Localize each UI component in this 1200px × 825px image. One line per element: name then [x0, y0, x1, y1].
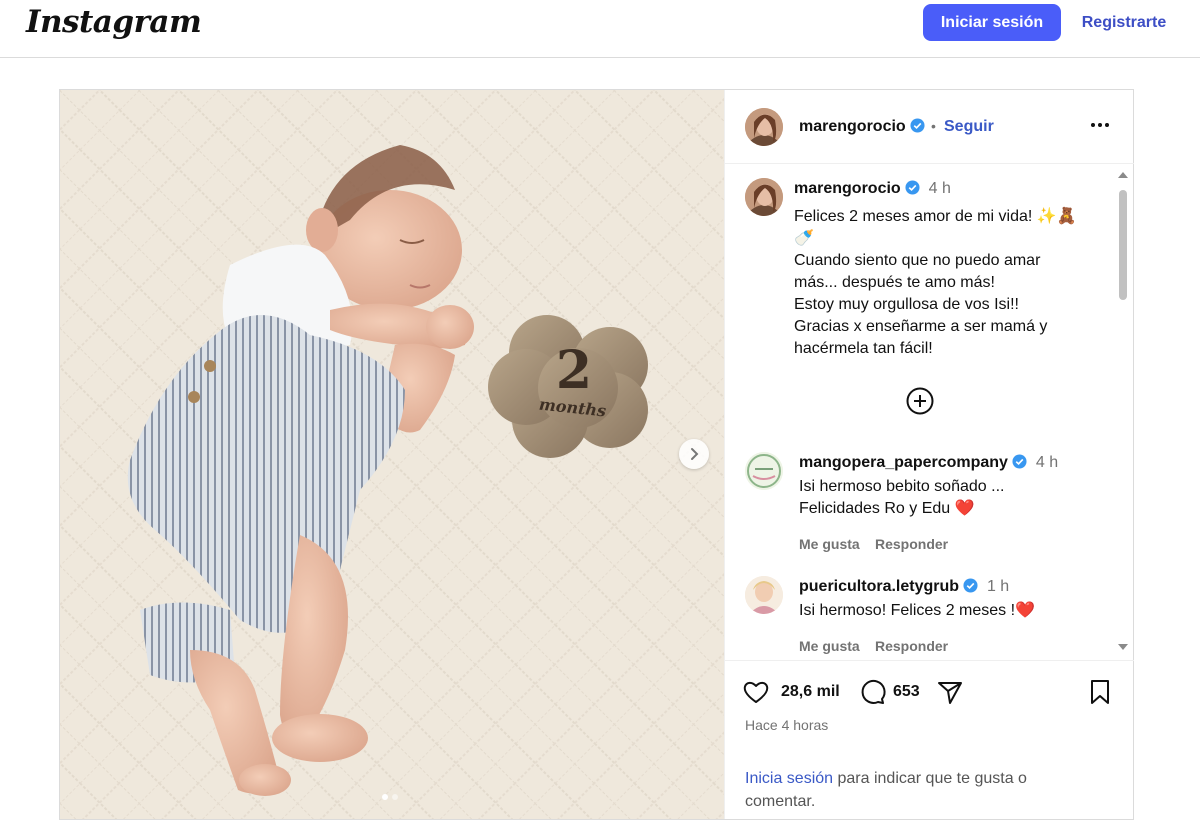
comment-header: mangopera_papercompany 4 h [799, 454, 1058, 472]
caption-line: más... después te amo más! [794, 274, 995, 291]
comment-text: Isi hermoso bebito soñado ... Felicidade… [799, 476, 1069, 520]
plaque-number: 2 [556, 340, 592, 401]
comment-line: Isi hermoso! Felices 2 meses !❤️ [799, 602, 1035, 619]
scroll-thumb[interactable] [1119, 190, 1127, 300]
save-button[interactable] [1085, 677, 1115, 707]
comment-like-link[interactable]: Me gusta [799, 536, 860, 552]
verified-badge-icon [963, 578, 979, 593]
send-paper-plane-icon [938, 682, 962, 704]
caption-line: Gracias x enseñarme a ser mamá y [794, 318, 1048, 335]
comment-username[interactable]: puericultora.letygrub [799, 578, 959, 595]
comment-reply-link[interactable]: Responder [875, 638, 948, 654]
instagram-logo[interactable]: Instagram [26, 4, 202, 40]
author-avatar[interactable] [745, 108, 783, 146]
avatar-image [745, 178, 783, 216]
comment-avatar[interactable] [745, 576, 783, 614]
verified-badge-icon [910, 118, 925, 133]
more-options-icon [1091, 123, 1109, 127]
comment-header: puericultora.letygrub 1 h [799, 578, 1009, 596]
caption-line: Cuando siento que no puedo amar [794, 252, 1041, 269]
comment-time: 4 h [1035, 454, 1059, 471]
comment-username[interactable]: mangopera_papercompany [799, 454, 1008, 471]
register-button[interactable]: Registrarte [1074, 4, 1174, 41]
comment-reply-link[interactable]: Responder [875, 536, 948, 552]
caption-time: 4 h [928, 180, 951, 197]
share-button[interactable] [935, 677, 965, 707]
scroll-up-arrow-icon[interactable] [1118, 172, 1128, 178]
more-options-button[interactable] [1085, 114, 1115, 136]
login-button[interactable]: Iniciar sesión [923, 4, 1061, 41]
baby-photo: 2 months [60, 90, 724, 819]
carousel-dot-active [382, 794, 388, 800]
comment-time: 1 h [986, 578, 1010, 595]
chevron-right-icon [691, 448, 699, 460]
plus-circle-icon [906, 387, 934, 415]
verified-badge-icon [905, 180, 920, 195]
carousel-dot [392, 794, 398, 800]
carousel-indicator [382, 794, 398, 800]
comment-like-link[interactable]: Me gusta [799, 638, 860, 654]
comment-line: Felicidades Ro y Edu ❤️ [799, 500, 975, 517]
caption-header: marengorocio 4 h [794, 180, 951, 198]
login-prompt-link[interactable]: Inicia sesión [745, 770, 833, 787]
avatar-image [745, 452, 783, 490]
caption-line: hacérmela tan fácil! [794, 340, 933, 357]
post-media[interactable]: 2 months [60, 90, 724, 819]
author-username[interactable]: marengorocio [799, 118, 925, 136]
next-slide-button[interactable] [679, 439, 709, 469]
comments-count: 653 [893, 683, 920, 700]
likes-count[interactable]: 28,6 mil [781, 683, 840, 701]
comment-avatar[interactable] [745, 452, 783, 490]
avatar-image [745, 108, 783, 146]
caption-line: Estoy muy orgullosa de vos Isi!! [794, 296, 1019, 313]
login-prompt: Inicia sesión para indicar que te gusta … [745, 767, 1085, 813]
caption-username[interactable]: marengorocio [794, 180, 901, 197]
load-more-comments-button[interactable] [905, 386, 935, 416]
bookmark-icon [1091, 680, 1109, 704]
comment-button[interactable] [857, 677, 887, 707]
post-header: marengorocio • Seguir [725, 90, 1134, 164]
caption-line: 🍼 [794, 230, 814, 247]
post-side-panel: marengorocio • Seguir marengorocio 4 h F… [724, 90, 1134, 819]
comment-text: Isi hermoso! Felices 2 meses !❤️ [799, 600, 1069, 622]
comment-bubble-icon [861, 679, 886, 704]
avatar-image [745, 576, 783, 614]
verified-badge-icon [1012, 454, 1027, 469]
post-actions: 28,6 mil 653 Hace 4 horas Inicia sesión … [725, 660, 1134, 819]
author-username-text[interactable]: marengorocio [799, 118, 906, 135]
header-separator: • [931, 118, 936, 134]
scroll-down-arrow-icon[interactable] [1118, 644, 1128, 650]
comment-line: Isi hermoso bebito soñado ... [799, 478, 1005, 495]
comments-scrollbar[interactable] [1116, 164, 1130, 660]
like-button[interactable] [741, 677, 771, 707]
post-container: 2 months marengorocio • Seguir marengoro… [59, 89, 1134, 820]
follow-button[interactable]: Seguir [944, 118, 994, 136]
post-timestamp[interactable]: Hace 4 horas [745, 717, 828, 733]
caption-text: Felices 2 meses amor de mi vida! ✨🧸 🍼 Cu… [794, 206, 1094, 360]
top-navigation-bar: Instagram Iniciar sesión Registrarte [0, 0, 1200, 58]
comments-section[interactable]: marengorocio 4 h Felices 2 meses amor de… [725, 164, 1134, 660]
caption-avatar[interactable] [745, 178, 783, 216]
heart-icon [743, 681, 769, 703]
caption-line: Felices 2 meses amor de mi vida! ✨🧸 [794, 208, 1077, 225]
